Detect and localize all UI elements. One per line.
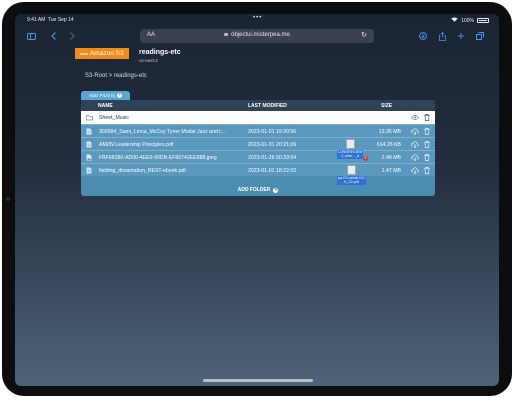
table-row[interactable]: 302684_Sami_Linna_McCoy Tyner Modal Jazz… xyxy=(81,124,435,137)
table-row-folder[interactable]: Sheet_Music xyxy=(81,111,435,124)
status-time: 9:41 AM xyxy=(27,17,46,23)
file-table: NAME LAST MODIFIED SIZE Sheet_Music 3026… xyxy=(81,100,435,196)
battery-percent: 100% xyxy=(461,17,474,24)
file-icon xyxy=(86,167,92,174)
ipad-frame: 9:41 AM Tue Sep 14 ••• 100% AA objectui.… xyxy=(2,2,512,396)
column-header-size[interactable]: SIZE xyxy=(381,103,392,109)
new-tab-icon[interactable]: + xyxy=(455,28,467,44)
download-file-icon[interactable] xyxy=(411,141,419,149)
row-name[interactable]: AMZN Leadership Principles.pdf xyxy=(99,142,244,148)
delete-icon[interactable] xyxy=(424,141,430,148)
row-size: 13.35 MB xyxy=(378,129,401,135)
share-icon[interactable] xyxy=(436,28,448,44)
s3-logo-text: Amazon S3 xyxy=(89,50,124,57)
table-row[interactable]: AMZN Leadership Principles.pdf 2023-01-0… xyxy=(81,137,435,150)
file-icon xyxy=(86,141,92,148)
delete-icon[interactable] xyxy=(424,128,430,135)
breadcrumb[interactable]: S3-Root > readings-etc xyxy=(85,73,147,79)
row-name[interactable]: Sheet_Music xyxy=(99,115,244,121)
download-file-icon[interactable] xyxy=(411,154,419,162)
table-row[interactable]: FBF68380-AD00-4EE0-90DB-EF66742EE888.jpe… xyxy=(81,150,435,163)
download-icon[interactable] xyxy=(417,28,429,44)
reload-icon[interactable]: ↻ xyxy=(361,31,367,39)
add-folder-button[interactable]: ADD FOLDER + xyxy=(81,184,435,196)
column-header-modified[interactable]: LAST MODIFIED xyxy=(248,103,287,109)
screen: 9:41 AM Tue Sep 14 ••• 100% AA objectui.… xyxy=(15,14,499,386)
table-header: NAME LAST MODIFIED SIZE xyxy=(81,100,435,111)
multitasking-dots-icon[interactable]: ••• xyxy=(253,15,262,21)
status-right: 100% xyxy=(451,17,489,24)
add-folder-label: ADD FOLDER xyxy=(237,187,271,193)
document-thumbnail-icon xyxy=(346,165,356,175)
row-modified: 2023-01-01 19:20:56 xyxy=(248,129,297,135)
dragged-file-1[interactable]: LONGREVIEW 2_inter..._d xyxy=(337,139,364,159)
folder-icon xyxy=(86,114,93,121)
back-icon[interactable] xyxy=(48,28,58,44)
dragged-file-2-label: pa-EV-whole DO K_22.pdf xyxy=(337,176,366,185)
battery-icon xyxy=(477,18,489,23)
delete-icon[interactable] xyxy=(424,114,430,121)
column-header-name[interactable]: NAME xyxy=(98,103,113,109)
front-camera xyxy=(6,197,10,201)
status-date: Tue Sep 14 xyxy=(48,17,74,23)
address-bar[interactable]: AA objectui.misterpea.me ↻ xyxy=(140,29,374,43)
tabs-overview-icon[interactable] xyxy=(474,28,486,44)
file-icon xyxy=(86,128,92,135)
add-files-button[interactable]: ADD FILE(S) + xyxy=(81,91,130,100)
row-size: 1.47 MB xyxy=(381,168,401,174)
row-name[interactable]: 302684_Sami_Linna_McCoy Tyner Modal Jazz… xyxy=(99,129,244,135)
forward-icon[interactable] xyxy=(67,28,77,44)
aws-logo-text: aws xyxy=(80,51,88,56)
bucket-name: readings-etc xyxy=(139,49,181,56)
row-size: 614.26 KB xyxy=(376,142,401,148)
dragged-file-1-label-line2: 2_inter..._d xyxy=(341,154,360,159)
image-file-icon xyxy=(86,154,92,161)
browser-toolbar: AA objectui.misterpea.me ↻ + xyxy=(15,26,499,48)
wifi-icon xyxy=(451,17,458,24)
dragged-file-2[interactable]: pa-EV-whole DO K_22.pdf xyxy=(337,165,366,185)
view-icon[interactable] xyxy=(411,114,419,121)
sidebar-icon[interactable] xyxy=(25,28,37,44)
url-text: objectui.misterpea.me xyxy=(231,32,290,38)
row-modified: 2023-01-01 18:22:03 xyxy=(248,168,297,174)
document-thumbnail-icon xyxy=(345,139,355,149)
url-field[interactable]: objectui.misterpea.me xyxy=(140,32,374,38)
home-indicator[interactable] xyxy=(203,379,313,382)
drag-count-badge: 2 xyxy=(363,156,368,161)
add-files-plus-icon: + xyxy=(117,92,123,98)
add-folder-plus-icon: + xyxy=(273,186,279,193)
bucket-region: us-east-2 xyxy=(139,58,158,63)
dragged-file-1-label: LONGREVIEW 2_inter..._d xyxy=(337,150,364,159)
row-name[interactable]: FBF68380-AD00-4EE0-90DB-EF66742EE888.jpe… xyxy=(99,155,244,161)
lock-icon xyxy=(224,33,229,36)
status-bar: 9:41 AM Tue Sep 14 ••• 100% xyxy=(15,14,499,26)
amazon-s3-logo: aws Amazon S3 xyxy=(75,48,129,59)
row-name[interactable]: fielding_dissertation_REST-ebook.pdf xyxy=(99,168,244,174)
row-modified: 2023-01-01 20:21:09 xyxy=(248,142,297,148)
dragged-file-2-label-line2: K_22.pdf xyxy=(344,180,359,185)
delete-icon[interactable] xyxy=(424,167,430,174)
download-file-icon[interactable] xyxy=(411,167,419,175)
table-row[interactable]: fielding_dissertation_REST-ebook.pdf 202… xyxy=(81,163,435,176)
delete-icon[interactable] xyxy=(424,154,430,161)
add-files-label: ADD FILE(S) xyxy=(88,93,116,98)
row-modified: 2023-01-26 00:33:54 xyxy=(248,155,297,161)
download-file-icon[interactable] xyxy=(411,128,419,136)
row-size: 2.48 MB xyxy=(381,155,401,161)
